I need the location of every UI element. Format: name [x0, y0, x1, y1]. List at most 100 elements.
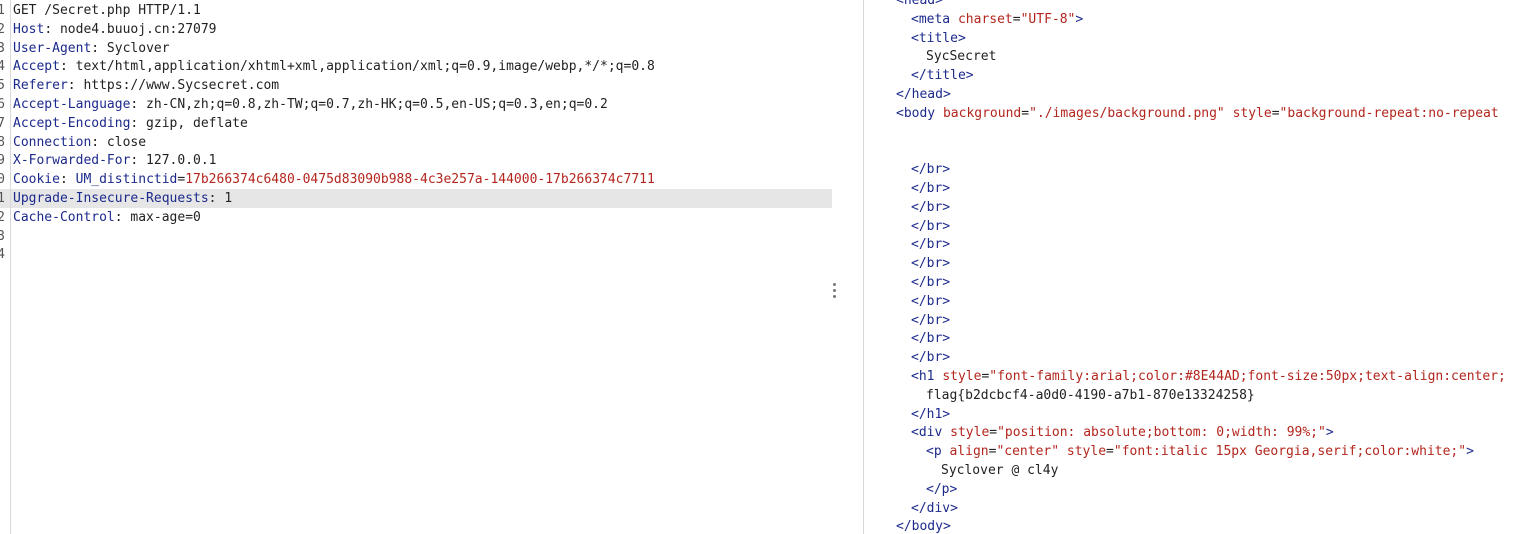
cookie-value: 17b266374c6480-0475d83090b988-4c3e257a-1…: [185, 172, 655, 188]
response-line-text: </br>: [911, 235, 950, 254]
header-name: Cache-Control: [13, 209, 115, 225]
response-line[interactable]: SycSecret: [864, 47, 1515, 66]
response-line[interactable]: Syclover @ cl4y: [864, 461, 1515, 480]
response-line[interactable]: </p>: [864, 480, 1515, 499]
response-line-text: flag{b2dcbcf4-a0d0-4190-a7b1-870e1332425…: [926, 386, 1255, 405]
request-line-text: GET /Secret.php HTTP/1.1: [13, 1, 201, 20]
html-token: <h1: [911, 369, 943, 384]
response-line[interactable]: </br>: [864, 348, 1515, 367]
response-line-gutter: [834, 0, 864, 534]
html-token: background: [942, 105, 1022, 121]
response-line[interactable]: </br>: [864, 254, 1515, 273]
html-token: "font:italic 15px Georgia,serif;color:wh…: [1113, 444, 1467, 460]
response-line[interactable]: 65</h1>: [864, 405, 1515, 424]
html-tag: <head>: [896, 0, 943, 8]
html-tag: </br>: [911, 293, 951, 309]
html-token: =: [1106, 444, 1114, 460]
response-line[interactable]: 61: [864, 123, 1515, 142]
separator: :: [59, 172, 76, 188]
html-token: "./images/background.png": [1029, 105, 1225, 121]
html-tag: </br>: [911, 256, 951, 272]
response-line-text: <h1 style="font-family:arial;color:#8E44…: [911, 367, 1506, 386]
html-token: >: [1325, 425, 1334, 441]
response-line[interactable]: </br>: [864, 311, 1515, 330]
response-line[interactable]: </div>: [864, 499, 1515, 518]
request-editor[interactable]: 1 GET /Secret.php HTTP/1.1 2 Host: node4.bu…: [0, 0, 832, 534]
response-line-text: </br>: [911, 348, 950, 367]
response-line[interactable]: </br>: [864, 235, 1515, 254]
header-value: : max-age=0: [114, 209, 201, 225]
html-tag: </body>: [896, 519, 951, 534]
response-line[interactable]: </br>: [864, 198, 1515, 217]
response-line[interactable]: 66<div style="position: absolute;bottom:…: [864, 423, 1515, 442]
html-token: <div: [911, 425, 951, 441]
header-value: : gzip, deflate: [130, 115, 248, 131]
request-line-text: Accept-Language: zh-CN,zh;q=0.8,zh-TW;q=…: [13, 95, 608, 114]
html-text: flag{b2dcbcf4-a0d0-4190-a7b1-870e1332425…: [926, 387, 1255, 403]
response-line[interactable]: </br>: [864, 329, 1515, 348]
html-token: style: [950, 425, 990, 441]
response-line[interactable]: 60<body background="./images/background.…: [864, 104, 1515, 123]
header-name: Accept: [13, 59, 60, 75]
request-line-text: Upgrade-Insecure-Requests: 1: [13, 189, 232, 208]
response-line-text: </br>: [911, 179, 950, 198]
request-line-text: Accept-Encoding: gzip, deflate: [13, 114, 248, 133]
response-viewer[interactable]: 56<head>57<meta charset="UTF-8">58<title…: [864, 0, 1515, 534]
html-tag: </br>: [911, 237, 951, 253]
response-line-text: </div>: [911, 499, 958, 518]
header-value: : zh-CN,zh;q=0.8,zh-TW;q=0.7,zh-HK;q=0.5…: [130, 97, 608, 112]
response-line-text: </body>: [896, 517, 951, 534]
html-token: =: [989, 425, 998, 441]
html-token: "background-repeat:no-repeat: [1279, 105, 1499, 121]
request-line-text: Cache-Control: max-age=0: [13, 208, 201, 227]
html-tag: </br>: [911, 218, 951, 234]
html-token: "center": [996, 444, 1060, 460]
html-tag: </br>: [911, 312, 951, 328]
request-line[interactable]: 1 Upgrade-Insecure-Requests: 1: [0, 189, 832, 208]
response-line[interactable]: 63<h1 style="font-family:arial;color:#8E…: [864, 367, 1515, 386]
response-line[interactable]: </br>: [864, 179, 1515, 198]
response-line-text: <div style="position: absolute;bottom: 0…: [911, 423, 1334, 442]
response-line-text: <head>: [896, 0, 943, 10]
response-line[interactable]: </br>: [864, 160, 1515, 179]
response-line[interactable]: 58<title>: [864, 29, 1515, 48]
html-token: =: [1271, 105, 1280, 121]
html-tag: >: [1075, 11, 1084, 27]
response-line-text: <title>: [911, 29, 966, 48]
header-name: Host: [13, 21, 45, 37]
html-token: style: [1066, 444, 1107, 460]
response-line[interactable]: </title>: [864, 66, 1515, 85]
response-line[interactable]: 64flag{b2dcbcf4-a0d0-4190-a7b1-870e13324…: [864, 386, 1515, 405]
response-line-text: SycSecret: [926, 47, 996, 66]
response-line[interactable]: 57<meta charset="UTF-8">: [864, 10, 1515, 29]
response-line[interactable]: </br>: [864, 217, 1515, 236]
request-line-text: X-Forwarded-For: 127.0.0.1: [13, 151, 217, 170]
response-line-text: </head>: [896, 85, 951, 104]
html-attr-value: "UTF-8": [1020, 11, 1076, 27]
request-line-text: Connection: close: [13, 133, 146, 152]
response-line[interactable]: <p align="center" style="font:italic 15p…: [864, 442, 1515, 461]
header-name: Upgrade-Insecure-Requests: [13, 191, 209, 206]
header-value: : Syclover: [91, 40, 170, 56]
response-line-text: </h1>: [911, 405, 950, 424]
header-value: : 127.0.0.1: [130, 153, 217, 169]
response-line[interactable]: 56<head>: [864, 0, 1515, 10]
response-line[interactable]: </br>: [864, 292, 1515, 311]
html-tag: </p>: [926, 481, 958, 497]
html-token: "font-family:arial;color:#8E44AD;font-si…: [989, 369, 1506, 384]
response-line[interactable]: 59</head>: [864, 85, 1515, 104]
header-name: Connection: [13, 134, 92, 150]
response-line-text: <body background = "./images/background.pn…: [896, 104, 1499, 123]
response-line[interactable]: </br>: [864, 273, 1515, 292]
request-line-text: Cookie: UM_distinctid=17b266374c6480-047…: [13, 170, 655, 189]
response-line-text: <p align="center" style="font:italic 15p…: [926, 442, 1474, 461]
response-line-text: </title>: [911, 66, 974, 85]
html-tag: <title>: [911, 30, 966, 46]
html-tag: </br>: [911, 350, 951, 366]
html-text: SycSecret: [926, 49, 997, 65]
html-token: <body: [896, 105, 943, 121]
response-line[interactable]: 67</body>: [864, 517, 1515, 534]
response-line[interactable]: 62: [864, 141, 1515, 160]
response-line-text: Syclover @ cl4y: [941, 461, 1058, 480]
html-tag: <meta: [911, 11, 958, 27]
